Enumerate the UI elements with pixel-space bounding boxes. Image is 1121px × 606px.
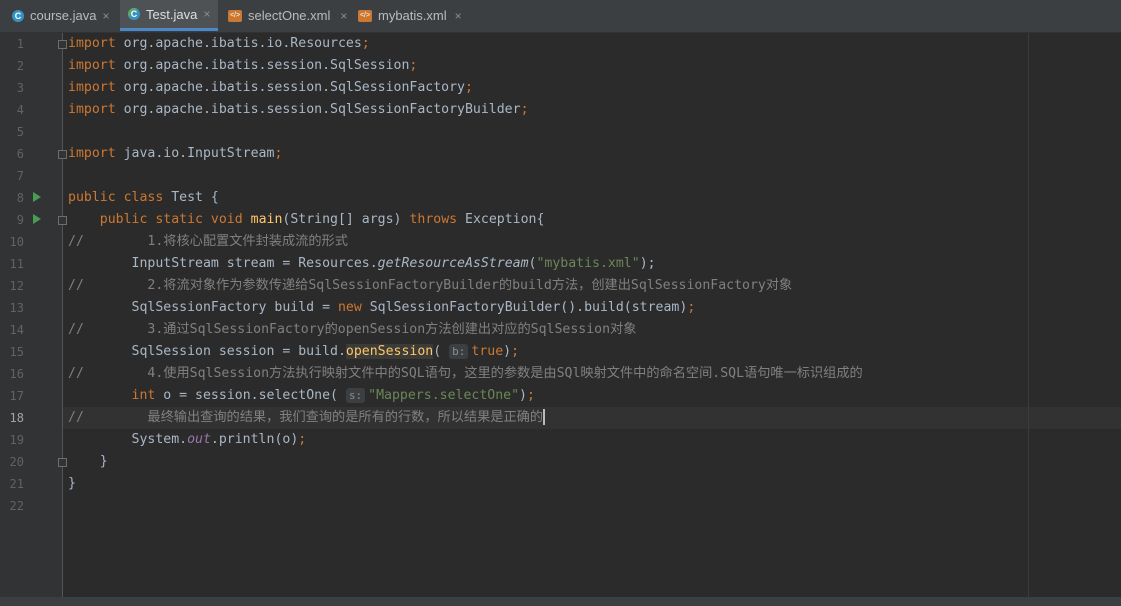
line-number: 5 — [16, 125, 24, 139]
xml-file-icon: </> — [358, 9, 372, 22]
code-line-4: import org.apache.ibatis.session.SqlSess… — [68, 102, 529, 117]
code-line-11: InputStream stream = Resources.getResour… — [68, 256, 656, 271]
line-number: 15 — [9, 345, 24, 359]
code-line-16: // 4.使用SqlSession方法执行映射文件中的SQL语句，这里的参数是由… — [68, 366, 863, 381]
code-line-2: import org.apache.ibatis.session.SqlSess… — [68, 58, 418, 73]
code-line-17: int o = session.selectOne( s: "Mappers.se… — [131, 388, 535, 403]
tab-selectone-xml[interactable]: </> selectOne.xml × — [228, 0, 347, 31]
horizontal-scrollbar[interactable] — [0, 597, 1121, 606]
line-number: 14 — [9, 323, 24, 337]
line-number: 10 — [9, 235, 24, 249]
line-number: 21 — [9, 477, 24, 491]
code-line-8: public class Test { — [68, 190, 219, 205]
code-line-20: } — [68, 454, 108, 469]
tab-course-java[interactable]: C course.java × — [12, 0, 110, 31]
tab-label: course.java — [30, 8, 97, 23]
code-line-19: System.out.println(o); — [68, 432, 307, 447]
line-number: 18 — [9, 411, 24, 425]
code-line-18: // 最终输出查询的结果，我们查询的是所有的行数，所以结果是正确的 — [68, 409, 545, 425]
line-number: 20 — [9, 455, 24, 469]
line-number: 7 — [16, 169, 24, 183]
line-number: 2 — [16, 59, 24, 73]
code-line-3: import org.apache.ibatis.session.SqlSess… — [68, 80, 473, 95]
close-icon[interactable]: × — [455, 9, 462, 23]
close-icon[interactable]: × — [203, 7, 210, 21]
close-icon[interactable]: × — [340, 9, 347, 23]
code-line-1: import org.apache.ibatis.io.Resources; — [68, 36, 370, 51]
line-number: 4 — [16, 103, 24, 117]
code-line-10: // 1.将核心配置文件封装成流的形式 — [68, 234, 348, 249]
parameter-hint: s: — [345, 388, 366, 403]
line-number: 19 — [9, 433, 24, 447]
tab-mybatis-xml[interactable]: </> mybatis.xml × — [358, 0, 462, 31]
tab-label: Test.java — [146, 6, 198, 22]
java-class-icon: C — [128, 8, 140, 20]
tab-test-java[interactable]: C Test.java × — [120, 0, 219, 31]
line-number: 1 — [16, 37, 24, 51]
code-line-15: SqlSession session = build.openSession( … — [68, 344, 520, 359]
line-number: 13 — [9, 301, 24, 315]
line-number: 16 — [9, 367, 24, 381]
code-line-6: import java.io.InputStream; — [68, 146, 283, 161]
line-number: 8 — [16, 191, 24, 205]
line-number: 17 — [9, 389, 24, 403]
line-number: 11 — [9, 257, 24, 271]
code-line-9: public static void main(String[] args) t… — [99, 212, 545, 227]
editor-tab-bar: C course.java × C Test.java × </> select… — [0, 0, 1121, 33]
run-method-icon[interactable] — [33, 214, 41, 224]
close-icon[interactable]: × — [102, 9, 109, 23]
line-number: 12 — [9, 279, 24, 293]
tab-label: selectOne.xml — [248, 8, 331, 23]
code-line-14: // 3.通过SqlSessionFactory的openSession方法创建… — [68, 322, 637, 337]
line-number: 6 — [16, 147, 24, 161]
right-margin-guide — [1028, 33, 1029, 597]
tab-label: mybatis.xml — [378, 8, 447, 23]
code-line-12: // 2.将流对象作为参数传递给SqlSessionFactoryBuilder… — [68, 278, 793, 293]
line-number: 9 — [16, 213, 24, 227]
code-line-21: } — [68, 476, 76, 491]
run-class-icon[interactable] — [33, 192, 41, 202]
line-number-gutter: 1 2 3 4 5 6 7 8 9 10 11 12 13 14 15 16 1… — [0, 33, 67, 597]
text-caret — [543, 409, 545, 425]
java-class-icon: C — [12, 9, 24, 22]
line-number: 22 — [9, 499, 24, 513]
parameter-hint: b: — [449, 344, 469, 359]
xml-file-icon: </> — [228, 9, 242, 22]
code-editor[interactable]: import org.apache.ibatis.io.Resources; i… — [63, 33, 1121, 597]
code-line-13: SqlSessionFactory build = new SqlSession… — [68, 300, 696, 315]
line-number: 3 — [16, 81, 24, 95]
